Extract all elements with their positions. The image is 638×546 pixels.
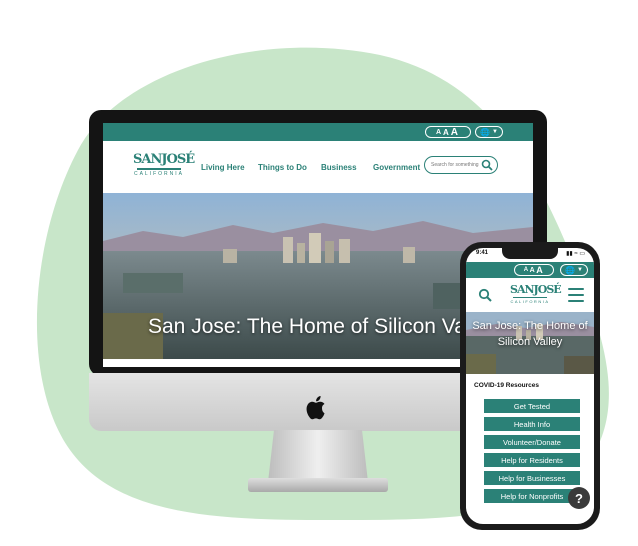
chevron-down-icon: ▼ <box>492 129 498 135</box>
volunteer-donate-button[interactable]: Volunteer/Donate <box>484 435 580 449</box>
mobile-search-icon[interactable] <box>478 288 492 302</box>
search-input[interactable]: Search for something <box>424 156 498 174</box>
nav-government[interactable]: Government <box>373 163 420 172</box>
phone-notch <box>502 248 558 259</box>
mobile-language-selector[interactable]: 🌐 ▼ <box>560 264 588 276</box>
utility-bar: A A A 🌐 ▼ <box>103 123 533 141</box>
nav-business[interactable]: Business <box>321 163 357 172</box>
status-icons: ▮▮ ≈ ▭ <box>566 251 585 257</box>
search-placeholder: Search for something <box>431 162 479 168</box>
imac-stand-foot <box>248 478 388 492</box>
text-size-large[interactable]: A <box>451 127 460 138</box>
covid-section-title: COVID-19 Resources <box>474 382 540 389</box>
mobile-text-size-large[interactable]: A <box>536 265 544 275</box>
mobile-logo-wordmark: SANJOSÉ <box>510 283 562 296</box>
text-size-control[interactable]: A A A <box>425 126 471 138</box>
nav-things-to-do[interactable]: Things to Do <box>258 163 307 172</box>
health-info-button[interactable]: Health Info <box>484 417 580 431</box>
mobile-website: 9:41 ▮▮ ≈ ▭ A A A 🌐 ▼ SANJOSÉ CALIFORNIA … <box>466 248 594 524</box>
hero-title: San Jose: The Home of Silicon Val <box>148 315 471 338</box>
logo-wordmark: SANJOSÉ <box>133 152 195 167</box>
logo-subtitle: CALIFORNIA <box>133 170 184 177</box>
mobile-logo-subtitle: CALIFORNIA <box>510 299 550 304</box>
chevron-down-icon: ▼ <box>577 267 583 273</box>
mobile-utility-bar: A A A 🌐 ▼ <box>466 262 594 278</box>
mobile-logo-rule <box>513 297 547 298</box>
main-navigation: SANJOSÉ CALIFORNIA Living Here Things to… <box>103 141 533 197</box>
get-tested-button[interactable]: Get Tested <box>484 399 580 413</box>
text-size-medium[interactable]: A <box>443 128 451 137</box>
logo-rule <box>137 168 181 170</box>
mobile-hero-title: San Jose: The Home of Silicon Valley <box>472 320 588 348</box>
text-size-small[interactable]: A <box>436 129 443 136</box>
search-icon[interactable] <box>481 159 493 171</box>
site-logo[interactable]: SANJOSÉ CALIFORNIA <box>133 152 195 177</box>
hamburger-menu-icon[interactable] <box>568 288 584 306</box>
help-nonprofits-button[interactable]: Help for Nonprofits <box>484 489 580 503</box>
language-selector[interactable]: 🌐 ▼ <box>475 126 503 138</box>
mobile-hero-banner: San Jose: The Home of Silicon Valley <box>466 312 594 374</box>
globe-icon: 🌐 <box>565 265 575 275</box>
help-chat-button[interactable]: ? <box>568 487 590 509</box>
globe-icon: 🌐 <box>480 127 490 137</box>
help-residents-button[interactable]: Help for Residents <box>484 453 580 467</box>
apple-logo-icon <box>306 396 325 420</box>
help-businesses-button[interactable]: Help for Businesses <box>484 471 580 485</box>
mobile-text-size-control[interactable]: A A A <box>514 264 554 276</box>
nav-living-here[interactable]: Living Here <box>201 163 245 172</box>
imac-stand-neck <box>268 430 368 482</box>
status-time: 9:41 <box>476 250 489 256</box>
mobile-site-logo[interactable]: SANJOSÉ CALIFORNIA <box>510 283 562 305</box>
